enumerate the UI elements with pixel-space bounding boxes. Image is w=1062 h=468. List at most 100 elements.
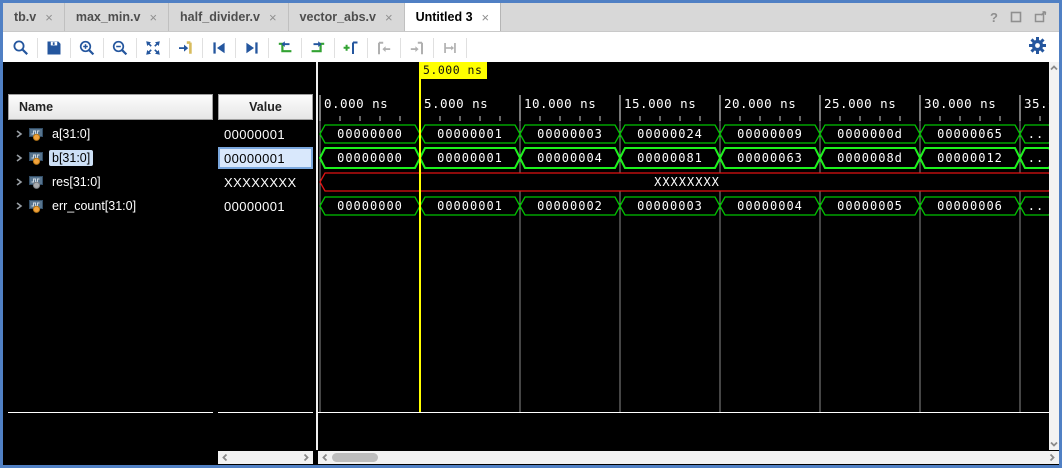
- value-cell-err-count[interactable]: 00000001: [218, 194, 313, 218]
- tab-vector-abs-v[interactable]: vector_abs.v ×: [289, 3, 405, 31]
- waveform-toolbar: [3, 32, 1059, 63]
- signal-row-err-count[interactable]: err_count[31:0]: [8, 194, 213, 218]
- value-header-label: Value: [249, 100, 282, 114]
- zoom-in-button[interactable]: [74, 36, 100, 60]
- previous-edge-button[interactable]: [272, 36, 298, 60]
- bus-signal-icon: [29, 176, 44, 189]
- name-column-header: Name: [8, 94, 213, 120]
- signal-name: b[31:0]: [49, 150, 93, 166]
- expand-chevron-icon[interactable]: [14, 201, 24, 211]
- marker-range-button[interactable]: [437, 36, 463, 60]
- help-icon[interactable]: ?: [990, 10, 998, 25]
- tab-half-divider-v[interactable]: half_divider.v ×: [169, 3, 289, 31]
- next-marker-button[interactable]: [404, 36, 430, 60]
- settings-gear-button[interactable]: [1028, 36, 1047, 60]
- svg-text:00000000: 00000000: [337, 127, 403, 141]
- svg-text:30.000 ns: 30.000 ns: [924, 96, 996, 111]
- cursor-time-flag[interactable]: 5.000 ns: [419, 62, 487, 79]
- tab-label: Untitled 3: [416, 10, 473, 24]
- scroll-down-icon[interactable]: [1049, 440, 1059, 448]
- svg-text:0000008d: 0000008d: [837, 151, 903, 165]
- waveform-viewer-window: { "tabs": { "close_glyph": "×", "items":…: [0, 0, 1062, 468]
- tab-max-min-v[interactable]: max_min.v ×: [65, 3, 169, 31]
- value-cell-res[interactable]: XXXXXXXX: [218, 170, 313, 194]
- scroll-left-icon[interactable]: [221, 453, 229, 462]
- tab-close-icon[interactable]: ×: [269, 11, 277, 24]
- previous-edge-icon: [276, 39, 294, 57]
- go-to-time-cursor-button[interactable]: [173, 36, 199, 60]
- name-header-label: Name: [19, 100, 53, 114]
- toolbar-separator: [103, 38, 104, 58]
- toolbar-separator: [37, 38, 38, 58]
- tab-close-icon[interactable]: ×: [149, 11, 157, 24]
- signal-row-res[interactable]: res[31:0]: [8, 170, 213, 194]
- svg-text:..: ..: [1028, 151, 1044, 165]
- value-cell-b[interactable]: 00000001: [218, 147, 313, 169]
- svg-text:00000012: 00000012: [937, 151, 1003, 165]
- signal-name: err_count[31:0]: [49, 198, 139, 214]
- tab-tb-v[interactable]: tb.v ×: [3, 3, 65, 31]
- save-icon: [45, 39, 63, 57]
- toolbar-separator: [301, 38, 302, 58]
- expand-chevron-icon[interactable]: [14, 177, 24, 187]
- svg-text:00000063: 00000063: [737, 151, 803, 165]
- toolbar-separator: [400, 38, 401, 58]
- waveform-horizontal-scrollbar[interactable]: [318, 451, 1059, 464]
- scroll-right-icon[interactable]: [302, 453, 310, 462]
- scrollbar-thumb[interactable]: [332, 453, 378, 462]
- expand-chevron-icon[interactable]: [14, 153, 24, 163]
- signal-name: a[31:0]: [49, 126, 93, 142]
- svg-text:0.000 ns: 0.000 ns: [324, 96, 388, 111]
- svg-text:00000009: 00000009: [737, 127, 803, 141]
- go-to-time-cursor-icon: [177, 39, 195, 57]
- scroll-left-icon[interactable]: [321, 453, 329, 462]
- next-edge-button[interactable]: [305, 36, 331, 60]
- svg-text:00000081: 00000081: [637, 151, 703, 165]
- svg-text:00000004: 00000004: [537, 151, 603, 165]
- toolbar-separator: [235, 38, 236, 58]
- previous-transition-button[interactable]: [206, 36, 232, 60]
- next-transition-button[interactable]: [239, 36, 265, 60]
- value-cell-a[interactable]: 00000001: [218, 122, 313, 146]
- value-horizontal-scrollbar[interactable]: [218, 451, 313, 464]
- svg-text:0000000d: 0000000d: [837, 127, 903, 141]
- previous-marker-button[interactable]: [371, 36, 397, 60]
- vertical-scrollbar[interactable]: [1049, 62, 1059, 450]
- toolbar-separator: [466, 38, 467, 58]
- panel-separator-line: [218, 412, 313, 413]
- scroll-up-icon[interactable]: [1049, 64, 1059, 72]
- scroll-right-icon[interactable]: [1048, 453, 1056, 462]
- maximize-icon[interactable]: [1010, 11, 1022, 23]
- svg-text:00000006: 00000006: [937, 199, 1003, 213]
- marker-range-icon: [441, 39, 459, 57]
- find-button[interactable]: [8, 36, 34, 60]
- zoom-fit-button[interactable]: [140, 36, 166, 60]
- svg-text:00000024: 00000024: [637, 127, 703, 141]
- zoom-in-icon: [78, 39, 96, 57]
- signal-name: res[31:0]: [49, 174, 104, 190]
- tab-untitled-3[interactable]: Untitled 3 ×: [405, 3, 502, 31]
- next-transition-icon: [243, 39, 261, 57]
- signal-row-a[interactable]: a[31:0]: [8, 122, 213, 146]
- svg-text:00000005: 00000005: [837, 199, 903, 213]
- zoom-out-icon: [111, 39, 129, 57]
- svg-text:15.000 ns: 15.000 ns: [624, 96, 696, 111]
- tab-close-icon[interactable]: ×: [45, 11, 53, 24]
- bus-signal-icon: [29, 152, 44, 165]
- zoom-out-button[interactable]: [107, 36, 133, 60]
- waveform-plot-area[interactable]: 0.000 ns5.000 ns10.000 ns15.000 ns20.000…: [318, 62, 1049, 450]
- waveform-canvas[interactable]: 0.000 ns5.000 ns10.000 ns15.000 ns20.000…: [318, 62, 1049, 450]
- save-waveform-button[interactable]: [41, 36, 67, 60]
- tab-close-icon[interactable]: ×: [385, 11, 393, 24]
- svg-text:35.000 ns: 35.000 ns: [1024, 96, 1049, 111]
- tab-close-icon[interactable]: ×: [482, 11, 490, 24]
- tab-bar: tb.v × max_min.v × half_divider.v × vect…: [3, 3, 1059, 32]
- svg-text:00000001: 00000001: [437, 127, 503, 141]
- add-marker-icon: [342, 39, 360, 57]
- add-marker-button[interactable]: [338, 36, 364, 60]
- bus-signal-icon: [29, 128, 44, 141]
- signal-row-b[interactable]: b[31:0]: [8, 146, 213, 170]
- panel-separator-line: [8, 412, 213, 413]
- expand-chevron-icon[interactable]: [14, 129, 24, 139]
- float-icon[interactable]: [1034, 11, 1047, 23]
